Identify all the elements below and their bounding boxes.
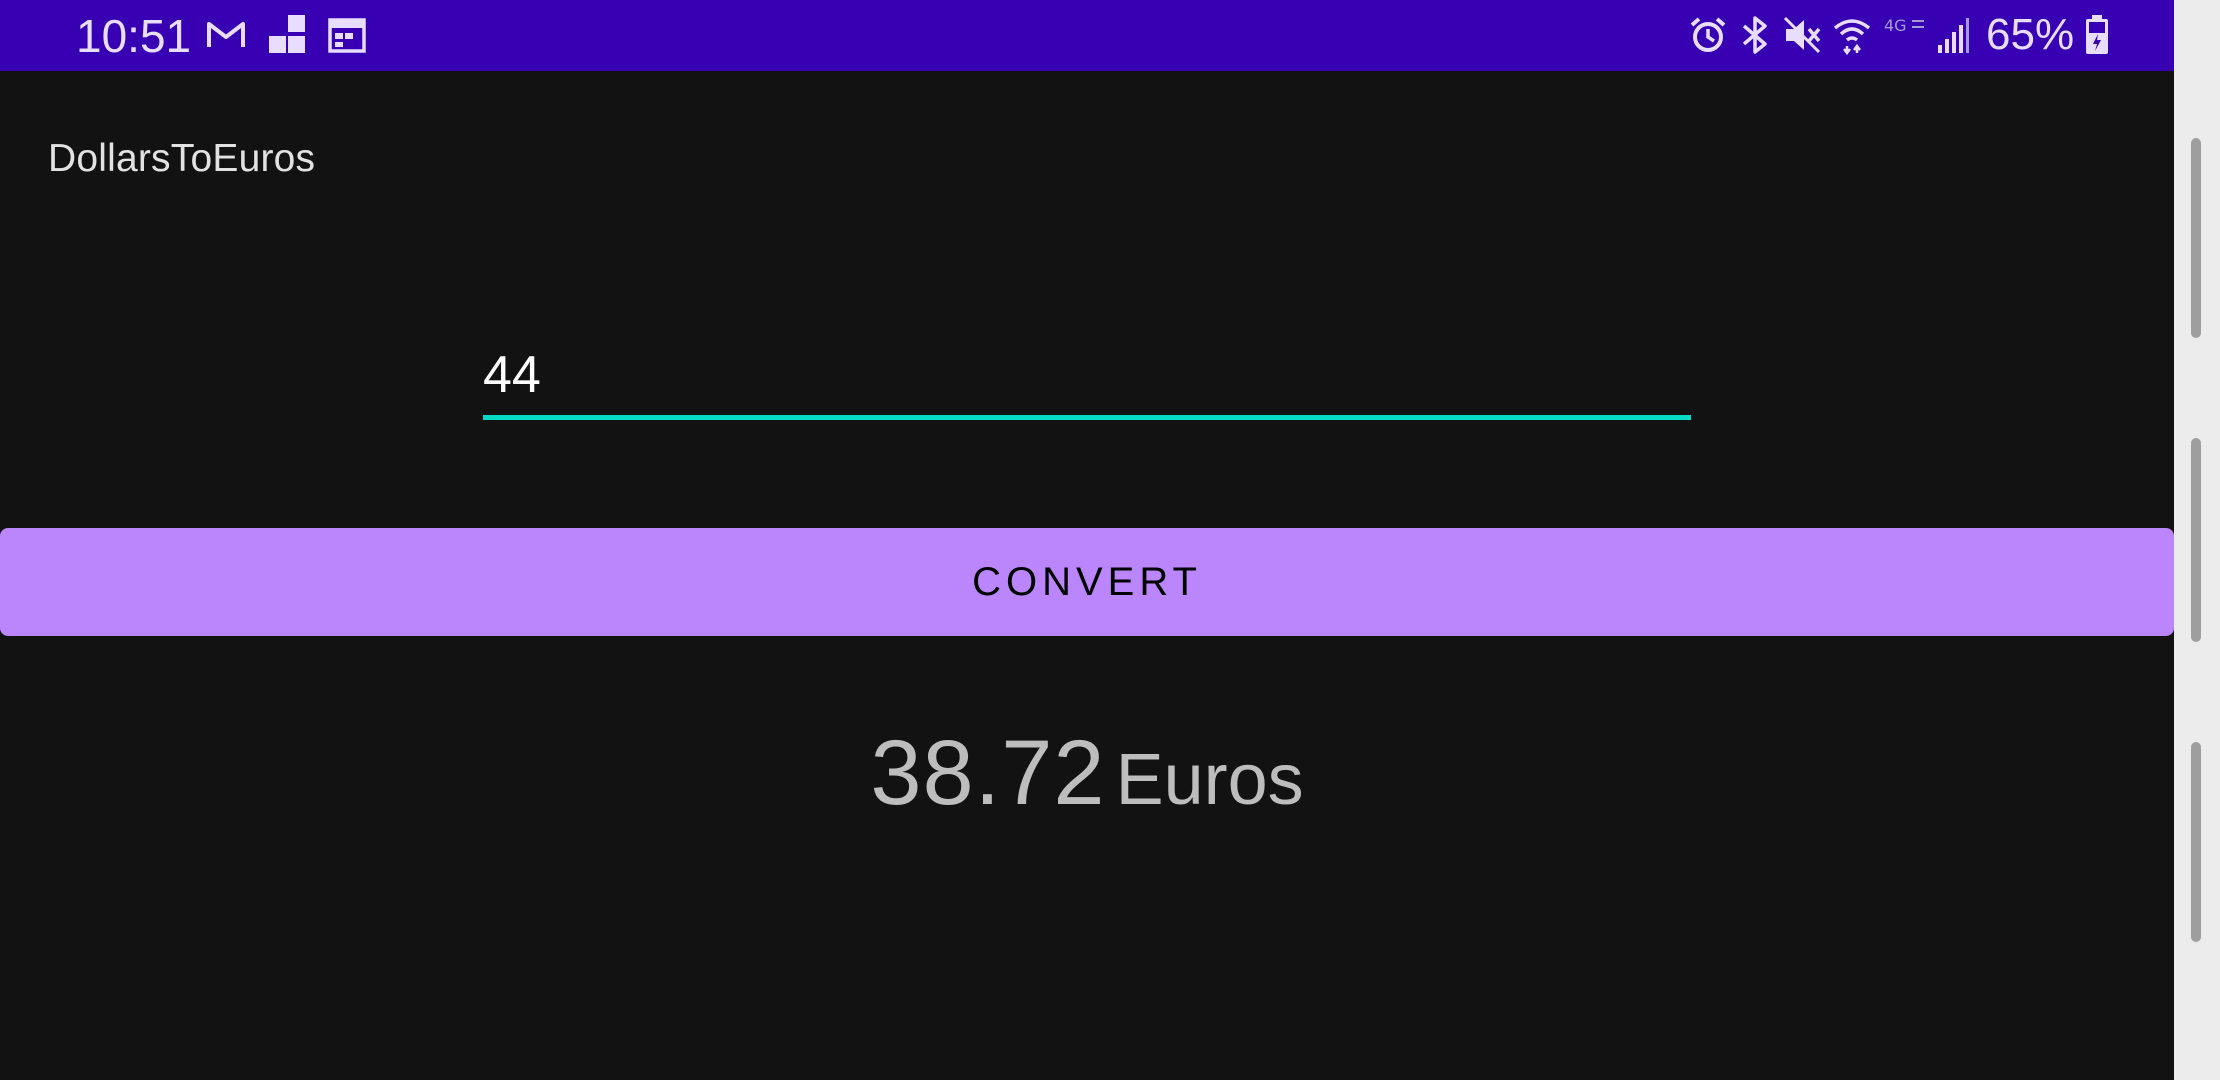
signal-icon (1936, 15, 1970, 55)
status-bar: 10:51 4G 65% (0, 0, 2174, 71)
edge-handle-top[interactable] (2191, 138, 2201, 338)
convert-button[interactable]: CONVERT (0, 528, 2174, 636)
calendar-icon (328, 17, 366, 53)
lte-icon: 4G (1882, 15, 1926, 55)
gmail-icon (206, 20, 246, 50)
system-icons: 4G 65% (1688, 12, 2110, 58)
wifi-icon (1832, 15, 1872, 55)
dollar-amount-input[interactable] (483, 334, 1691, 420)
notification-icons (206, 14, 366, 56)
widget-blocks-icon (266, 14, 308, 56)
app-screen: 10:51 4G 65% DollarsToEuros 44 CONVERT 3… (0, 0, 2220, 1080)
result-value: 38.72 (870, 722, 1106, 824)
svg-text:4G: 4G (1884, 16, 1907, 35)
battery-icon (2084, 14, 2110, 56)
system-edge-panel (2174, 0, 2220, 1080)
edge-handle-bottom[interactable] (2191, 742, 2201, 942)
alarm-icon (1688, 15, 1728, 55)
conversion-result: 38.72 Euros (0, 718, 2174, 828)
status-time: 10:51 (76, 10, 192, 62)
bluetooth-icon (1738, 15, 1772, 55)
mute-icon (1782, 15, 1822, 55)
app-title: DollarsToEuros (48, 137, 316, 180)
edge-handle-middle[interactable] (2191, 438, 2201, 642)
battery-percent: 65% (1986, 10, 2075, 59)
result-unit: Euros (1115, 740, 1304, 820)
